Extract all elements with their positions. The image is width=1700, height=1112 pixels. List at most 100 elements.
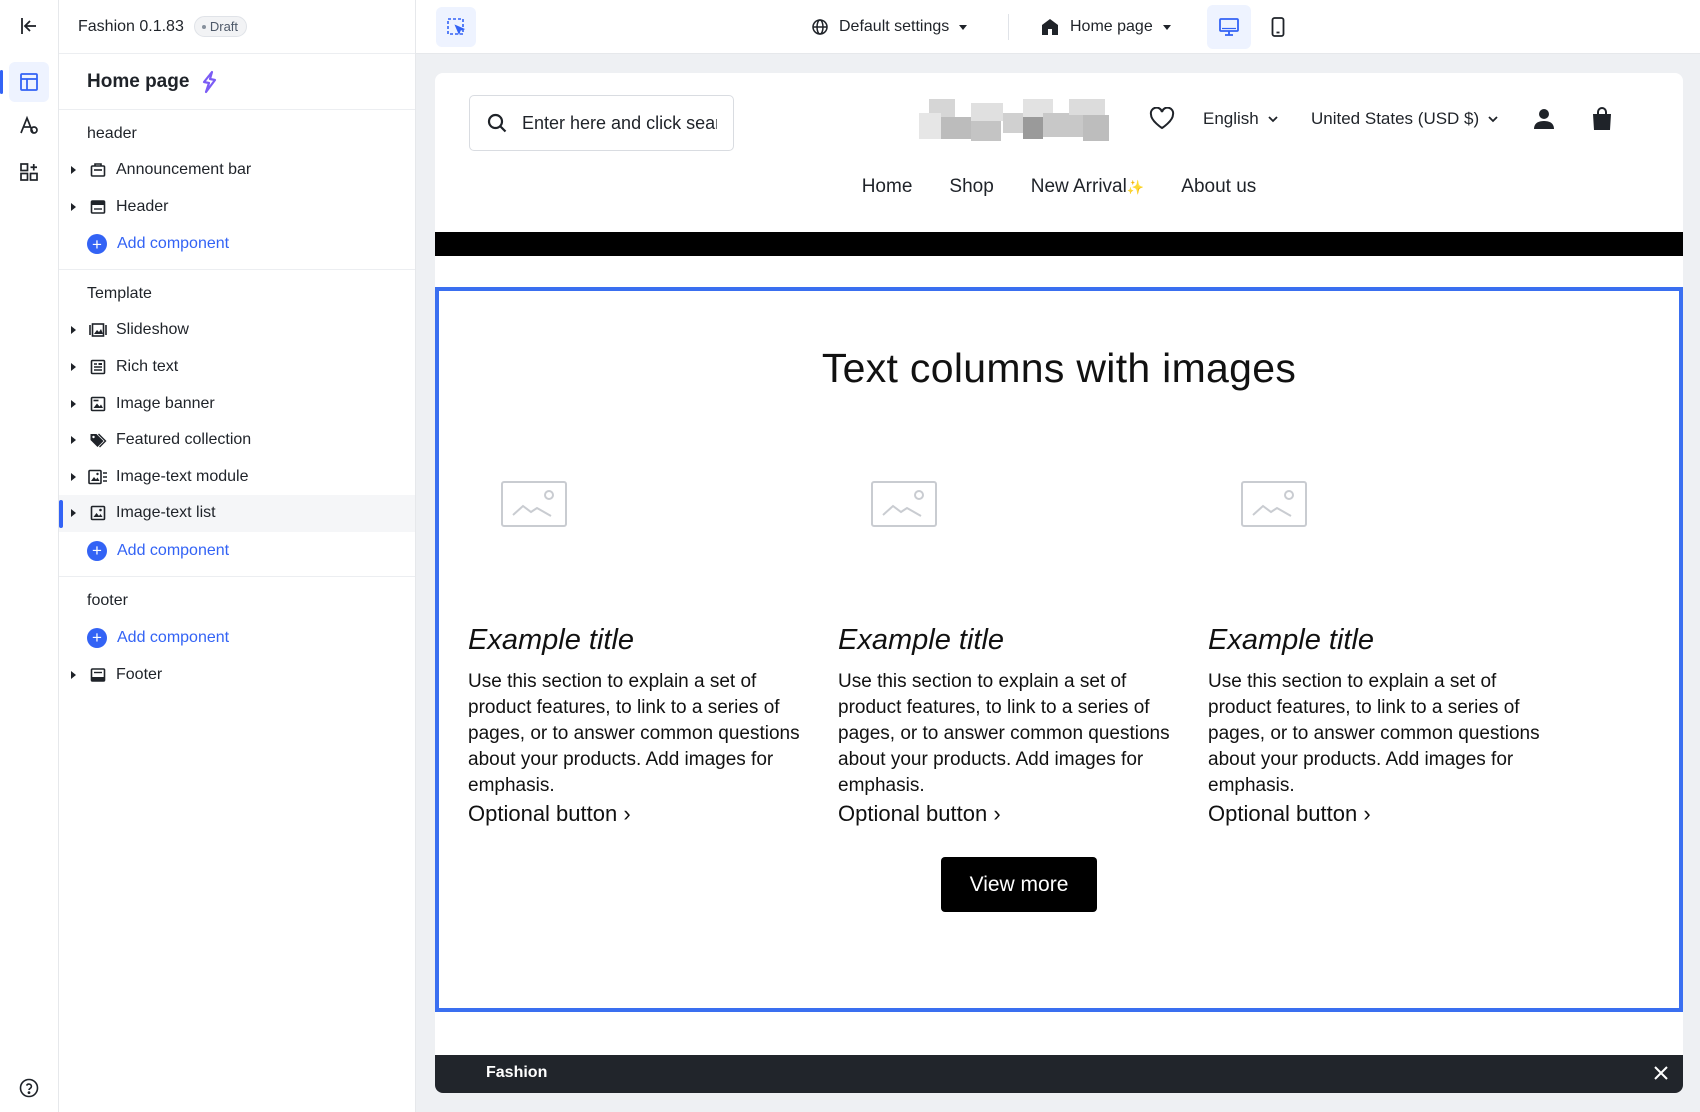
desktop-view-button[interactable] <box>1207 5 1251 49</box>
expand-caret-icon[interactable] <box>71 202 76 211</box>
panel-topbar: Fashion 0.1.83 Draft <box>59 0 415 54</box>
section-item-label: Announcement bar <box>116 161 252 179</box>
section-item-featured-collection[interactable]: Featured collection <box>59 422 415 459</box>
select-tool-button[interactable] <box>436 7 476 47</box>
storefront-preview: English United States (USD $) Home Shop … <box>435 73 1683 1093</box>
section-item-label: Slideshow <box>116 321 189 339</box>
optional-button[interactable]: Optional button › <box>838 801 1001 827</box>
selected-section-text-columns[interactable]: Text columns with images Example title U… <box>435 287 1683 1012</box>
image-banner-icon <box>87 393 109 415</box>
footer-preview-bar: Fashion <box>435 1055 1683 1093</box>
header-icon <box>87 196 109 218</box>
help-button[interactable] <box>9 1068 49 1108</box>
currency-selector[interactable]: United States (USD $) <box>1311 109 1499 129</box>
expand-caret-icon[interactable] <box>71 399 76 408</box>
nav-link-shop[interactable]: Shop <box>949 176 993 198</box>
featured-collection-icon <box>87 429 109 451</box>
exit-button[interactable] <box>9 6 49 46</box>
mobile-view-button[interactable] <box>1256 5 1300 49</box>
slideshow-placeholder-bar <box>435 232 1683 256</box>
shopping-bag-icon[interactable] <box>1591 107 1613 131</box>
expand-caret-icon[interactable] <box>71 436 76 445</box>
group-title: footer <box>87 591 128 609</box>
column-text: Use this section to explain a set of pro… <box>1208 671 1540 796</box>
theme-name: Fashion 0.1.83 <box>78 17 184 35</box>
store-logo-pixelated <box>919 99 1109 143</box>
close-icon[interactable] <box>1651 1063 1671 1083</box>
optional-button[interactable]: Optional button › <box>1208 801 1371 827</box>
layout-tab-button[interactable] <box>0 62 49 102</box>
section-item-image-text-list[interactable]: Image-text list <box>59 495 415 532</box>
globe-icon <box>812 19 828 35</box>
chevron-down-icon <box>1488 116 1498 123</box>
view-more-button[interactable]: View more <box>941 857 1097 912</box>
add-component-button-template[interactable]: + Add component <box>59 532 415 570</box>
mobile-icon <box>1271 17 1285 37</box>
plus-icon: + <box>87 540 107 561</box>
search-input[interactable] <box>522 112 717 134</box>
search-icon[interactable] <box>486 112 508 134</box>
expand-caret-icon[interactable] <box>71 671 76 680</box>
section-item-image-text-module[interactable]: Image-text module <box>59 459 415 496</box>
nav-link-home[interactable]: Home <box>862 176 913 198</box>
group-footer: footer + Add component Footer <box>59 577 415 700</box>
section-item-label: Footer <box>116 666 163 684</box>
section-item-header[interactable]: Header <box>59 189 415 226</box>
group-header: header Announcement bar Header + Add com… <box>59 110 415 271</box>
section-item-label: Header <box>116 197 169 215</box>
section-item-image-banner[interactable]: Image banner <box>59 385 415 422</box>
section-item-slideshow[interactable]: Slideshow <box>59 312 415 349</box>
expand-caret-icon[interactable] <box>71 166 76 175</box>
apps-add-icon <box>20 163 38 181</box>
account-user-icon[interactable] <box>1532 107 1556 131</box>
column-title: Example title <box>1208 624 1375 656</box>
column-title: Example title <box>838 624 1005 656</box>
page-heading: Home page <box>59 54 415 110</box>
theme-style-button[interactable] <box>9 106 49 146</box>
footer-icon <box>87 664 109 686</box>
image-placeholder-icon <box>1241 481 1307 527</box>
group-template: Template Slideshow Rich text Image banne… <box>59 270 415 577</box>
wishlist-heart-icon[interactable] <box>1149 107 1175 131</box>
page-dropdown[interactable]: Home page <box>1040 0 1171 54</box>
section-title: Text columns with images <box>821 345 1297 391</box>
settings-dropdown[interactable]: Default settings <box>811 0 968 54</box>
section-item-label: Featured collection <box>116 431 252 449</box>
optional-button[interactable]: Optional button › <box>468 801 631 827</box>
expand-caret-icon[interactable] <box>71 472 76 481</box>
rich-text-icon <box>87 356 109 378</box>
draft-badge: Draft <box>193 16 248 37</box>
layout-icon <box>20 73 38 91</box>
plus-icon: + <box>87 627 107 648</box>
section-item-footer[interactable]: Footer <box>59 657 415 694</box>
expand-caret-icon[interactable] <box>71 363 76 372</box>
add-component-button-header[interactable]: + Add component <box>59 225 415 263</box>
column-title: Example title <box>468 624 635 656</box>
expand-caret-icon[interactable] <box>71 509 76 518</box>
image-placeholder-icon <box>501 481 567 527</box>
chevron-down-icon <box>1268 116 1278 123</box>
section-item-announcement-bar[interactable]: Announcement bar <box>59 152 415 189</box>
sections-panel: Fashion 0.1.83 Draft Home page header An… <box>59 0 416 1112</box>
language-selector[interactable]: English <box>1203 109 1279 129</box>
nav-link-about-us[interactable]: About us <box>1181 176 1256 198</box>
preview-canvas: English United States (USD $) Home Shop … <box>416 54 1700 1112</box>
footer-label: Fashion <box>486 1064 548 1081</box>
store-search-box[interactable] <box>469 95 734 151</box>
toolbar-divider <box>1008 14 1009 40</box>
ai-sparkle-icon[interactable] <box>199 70 223 94</box>
apps-button[interactable] <box>9 152 49 192</box>
nav-link-new-arrival[interactable]: New Arrival✨ <box>1031 176 1145 198</box>
image-text-module-icon <box>87 466 109 488</box>
slideshow-icon <box>87 319 109 341</box>
expand-caret-icon[interactable] <box>71 326 76 335</box>
section-item-label: Image-text module <box>116 467 249 485</box>
section-item-rich-text[interactable]: Rich text <box>59 349 415 386</box>
font-style-icon <box>20 115 38 134</box>
page-title: Home page <box>87 70 190 92</box>
group-title: Template <box>87 285 152 303</box>
plus-icon: + <box>87 234 107 255</box>
column-text: Use this section to explain a set of pro… <box>838 671 1170 796</box>
announcement-icon <box>87 159 109 181</box>
add-component-button-footer[interactable]: + Add component <box>59 619 415 657</box>
